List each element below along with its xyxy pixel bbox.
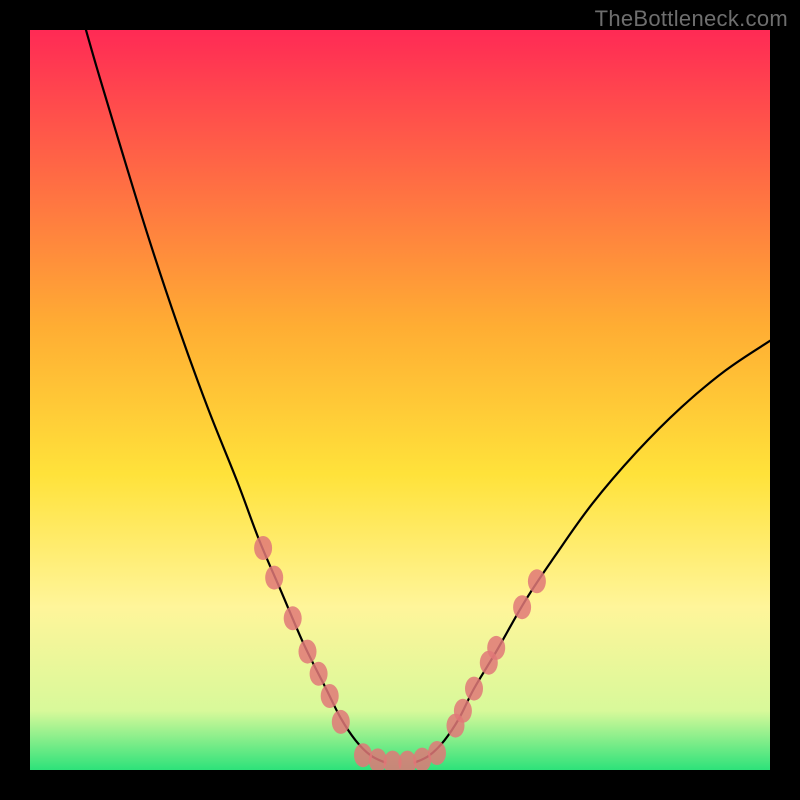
marker-point <box>310 662 328 686</box>
marker-point <box>254 536 272 560</box>
marker-point <box>428 741 446 765</box>
marker-point <box>321 684 339 708</box>
marker-point <box>284 606 302 630</box>
marker-point <box>299 640 317 664</box>
marker-point <box>332 710 350 734</box>
marker-point <box>528 569 546 593</box>
watermark-text: TheBottleneck.com <box>595 6 788 32</box>
marker-point <box>454 699 472 723</box>
marker-point <box>513 595 531 619</box>
marker-point <box>265 566 283 590</box>
marker-point <box>465 677 483 701</box>
chart-svg <box>30 30 770 770</box>
chart-frame: TheBottleneck.com <box>0 0 800 800</box>
plot-area <box>30 30 770 770</box>
marker-point <box>487 636 505 660</box>
gradient-background <box>30 30 770 770</box>
